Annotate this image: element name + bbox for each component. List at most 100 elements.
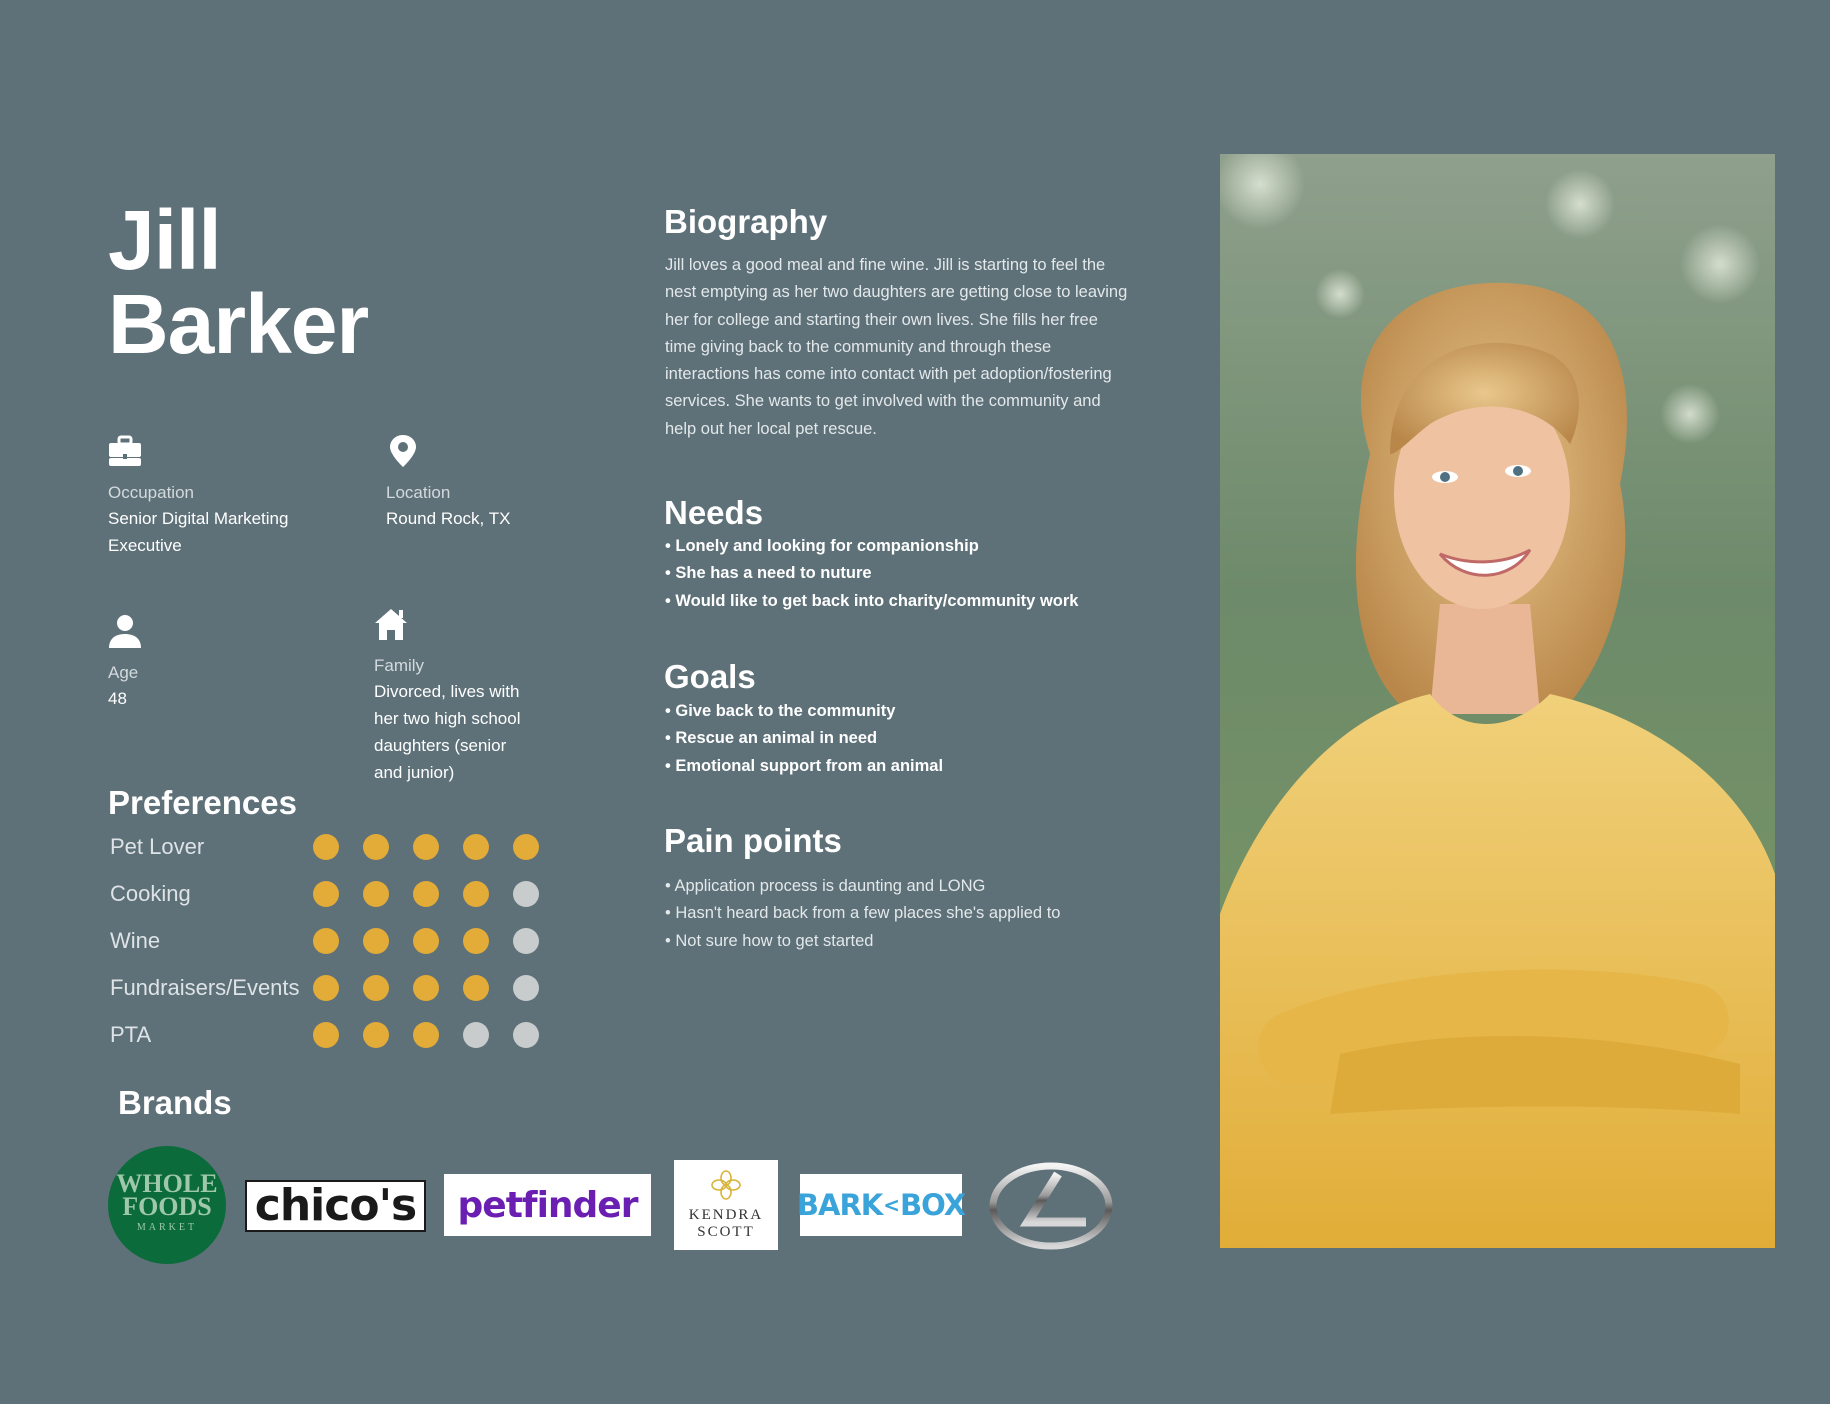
biography-line: her for college and starting their own l… (665, 310, 1098, 329)
preference-label: Pet Lover (110, 834, 205, 859)
needs-title: Needs (664, 494, 764, 531)
whole-foods-market-word: MARKET (136, 1222, 198, 1233)
person-icon (109, 615, 141, 648)
map-pin-icon (390, 435, 416, 467)
goals-item: • Rescue an animal in need (665, 729, 878, 748)
chicos-logo: chico's (245, 1180, 426, 1232)
briefcase-icon (109, 435, 141, 466)
kendra-scott-word: KENDRA (688, 1207, 764, 1223)
first-name: Jill (108, 193, 222, 287)
biography-line: nest emptying as her two daughters are g… (665, 283, 1128, 302)
age-value: 48 (108, 689, 127, 708)
needs-list: • Lonely and looking for companionship •… (665, 533, 1078, 615)
preference-rating (313, 834, 539, 860)
rating-dot-empty (513, 881, 539, 907)
whole-foods-logo: WHOLE FOODS MARKET (108, 1146, 226, 1264)
preference-rating (313, 881, 539, 907)
preference-row: Pet Lover (110, 832, 539, 862)
needs-item: • She has a need to nuture (665, 564, 872, 583)
biography-text: Jill loves a good meal and fine wine. Ji… (665, 252, 1175, 443)
rating-dot-filled (313, 1022, 339, 1048)
brands-title: Brands (118, 1084, 232, 1121)
rating-dot-filled (363, 928, 389, 954)
occupation-value: Senior Digital Marketing Executive (108, 505, 288, 559)
rating-dot-empty (513, 975, 539, 1001)
preference-label: Wine (110, 928, 161, 953)
needs-item: • Lonely and looking for companionship (665, 537, 979, 555)
rating-dot-filled (313, 975, 339, 1001)
persona-photo-illustration (1220, 154, 1775, 1248)
pain-points-title: Pain points (664, 822, 842, 859)
preference-row: Wine (110, 926, 539, 956)
kendra-scott-word: SCOTT (697, 1224, 755, 1240)
preference-label: Fundraisers/Events (110, 975, 300, 1000)
rating-dot-filled (463, 834, 489, 860)
rating-dot-empty (513, 928, 539, 954)
preference-row: Cooking (110, 879, 539, 909)
family-value-line: Divorced, lives with (374, 682, 520, 701)
rating-dot-filled (363, 975, 389, 1001)
rating-dot-filled (463, 975, 489, 1001)
barkbox-word: BOX (900, 1188, 966, 1222)
family-value-line: her two high school (374, 709, 521, 728)
preference-rating (313, 975, 539, 1001)
last-name: Barker (108, 277, 369, 371)
preference-rating (313, 928, 539, 954)
location-label: Location (386, 483, 451, 502)
rating-dot-filled (463, 928, 489, 954)
location-block: Location Round Rock, TX (386, 434, 510, 532)
occupation-value-line: Executive (108, 536, 182, 555)
preferences-title: Preferences (108, 784, 297, 821)
pain-points-list: • Application process is daunting and LO… (665, 873, 1060, 955)
rating-dot-filled (363, 881, 389, 907)
age-label: Age (108, 663, 139, 682)
rating-dot-filled (413, 975, 439, 1001)
petfinder-logo: petfinder (444, 1174, 651, 1236)
rating-dot-filled (313, 881, 339, 907)
persona-name: Jill Barker (108, 193, 369, 371)
biography-title: Biography (664, 203, 828, 240)
occupation-value-line: Senior Digital Marketing (108, 509, 289, 528)
rating-dot-filled (363, 834, 389, 860)
family-label: Family (374, 656, 425, 675)
preference-rating (313, 1022, 539, 1048)
kendra-scott-emblem-icon (711, 1170, 741, 1200)
biography-line: Jill loves a good meal and fine wine. Ji… (665, 256, 1106, 274)
preference-row: PTA (110, 1020, 539, 1050)
rating-dot-filled (413, 1022, 439, 1048)
rating-dot-filled (413, 928, 439, 954)
pain-points-item: • Hasn't heard back from a few places sh… (665, 904, 1061, 923)
goals-item: • Give back to the community (665, 702, 896, 720)
rating-dot-filled (363, 1022, 389, 1048)
rating-dot-filled (513, 834, 539, 860)
preference-label: Cooking (110, 881, 191, 906)
needs-item: • Would like to get back into charity/co… (665, 591, 1079, 610)
location-value: Round Rock, TX (386, 509, 511, 528)
rating-dot-filled (313, 834, 339, 860)
biography-line: help out her local pet rescue. (665, 419, 877, 438)
preference-row: Fundraisers/Events (110, 973, 539, 1003)
pain-points-item: • Application process is daunting and LO… (665, 877, 986, 895)
biography-line: interactions has come into contact with … (665, 365, 1112, 384)
whole-foods-logo-text: WHOLE FOODS (108, 1146, 226, 1220)
occupation-block: Occupation Senior Digital Marketing Exec… (108, 434, 288, 559)
goals-item: • Emotional support from an animal (665, 756, 944, 775)
family-value-line: daughters (senior (374, 736, 507, 755)
biography-line: time giving back to the community and th… (665, 337, 1052, 356)
kendra-scott-logo: KENDRA SCOTT (674, 1160, 778, 1250)
biography-line: services. She wants to get involved with… (665, 392, 1101, 411)
preference-label: PTA (110, 1022, 152, 1047)
rating-dot-empty (463, 1022, 489, 1048)
rating-dot-filled (413, 834, 439, 860)
barkbox-word: BARK (796, 1188, 883, 1222)
rating-dot-filled (413, 881, 439, 907)
home-icon (375, 609, 407, 640)
occupation-label: Occupation (108, 483, 194, 502)
lexus-logo (988, 1160, 1114, 1252)
goals-title: Goals (664, 658, 756, 695)
persona-photo (1220, 154, 1775, 1248)
family-block: Family Divorced, lives with her two high… (374, 607, 520, 786)
pain-points-item: • Not sure how to get started (665, 931, 874, 950)
rating-dot-empty (513, 1022, 539, 1048)
rating-dot-filled (313, 928, 339, 954)
